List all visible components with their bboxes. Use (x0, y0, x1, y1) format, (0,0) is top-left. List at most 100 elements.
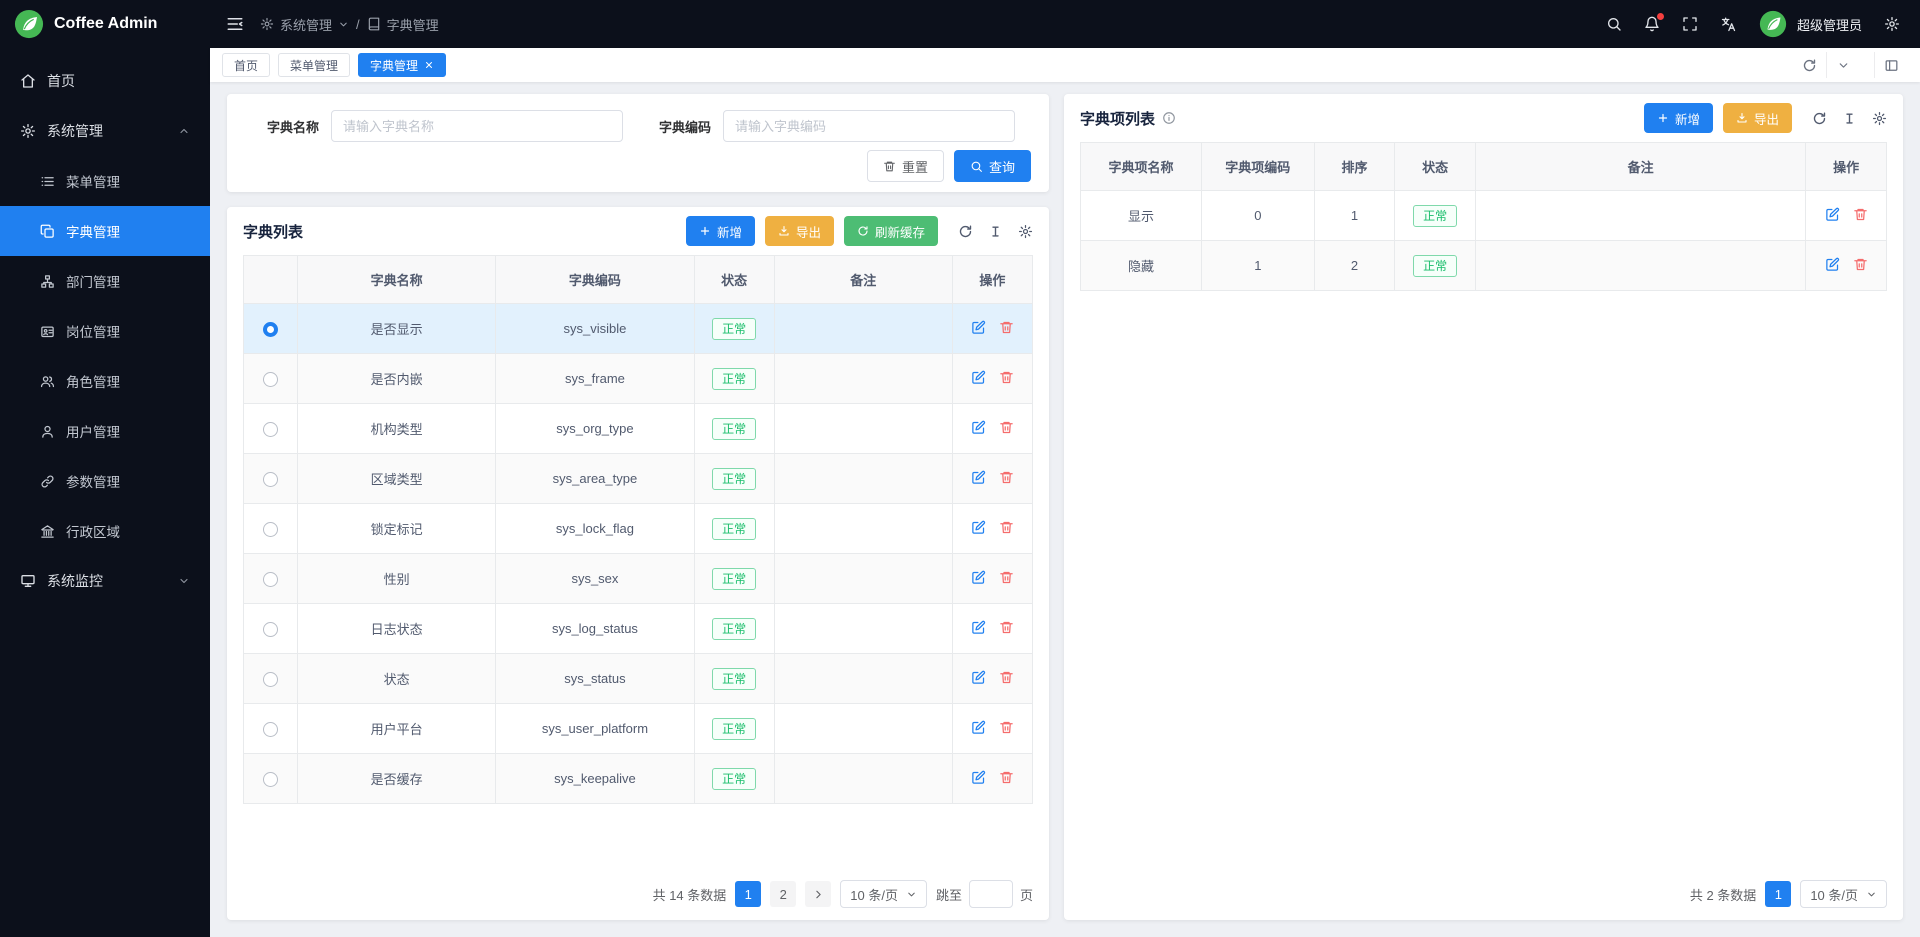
density-icon[interactable] (1842, 111, 1857, 126)
edit-icon[interactable] (1825, 257, 1840, 272)
row-radio[interactable] (263, 322, 278, 337)
refresh-cache-button[interactable]: 刷新缓存 (844, 216, 938, 246)
sidebar-item-role-mgmt[interactable]: 角色管理 (0, 356, 210, 406)
table-row[interactable]: 显示 0 1 正常 (1081, 191, 1887, 241)
page-jump-input[interactable] (969, 880, 1013, 908)
table-row[interactable]: 隐藏 1 2 正常 (1081, 241, 1887, 291)
status-cell: 正常 (694, 454, 774, 504)
edit-icon[interactable] (971, 520, 986, 535)
settings-gear-icon[interactable] (1884, 16, 1900, 32)
avatar[interactable] (1759, 10, 1787, 38)
export-button[interactable]: 导出 (765, 216, 834, 246)
edit-icon[interactable] (971, 370, 986, 385)
edit-icon[interactable] (971, 420, 986, 435)
tab-menu-mgmt[interactable]: 菜单管理 (278, 53, 350, 77)
delete-icon[interactable] (999, 770, 1014, 785)
density-icon[interactable] (988, 224, 1003, 239)
column-settings-icon[interactable] (1018, 224, 1033, 239)
sidebar-item-dept-mgmt[interactable]: 部门管理 (0, 256, 210, 306)
row-radio[interactable] (263, 422, 278, 437)
table-row[interactable]: 性别 sys_sex 正常 (244, 554, 1033, 604)
edit-icon[interactable] (971, 670, 986, 685)
page-button-1[interactable]: 1 (735, 881, 761, 907)
page-size-select[interactable]: 10 条/页 (1800, 880, 1887, 908)
edit-icon[interactable] (971, 570, 986, 585)
sidebar-item-post-mgmt[interactable]: 岗位管理 (0, 306, 210, 356)
refresh-icon[interactable] (1792, 52, 1826, 78)
search-icon[interactable] (1606, 16, 1622, 32)
edit-icon[interactable] (971, 470, 986, 485)
sidebar-item-user-mgmt[interactable]: 用户管理 (0, 406, 210, 456)
delete-icon[interactable] (999, 620, 1014, 635)
refresh-table-icon[interactable] (958, 224, 973, 239)
tab-dict-mgmt[interactable]: 字典管理 (358, 53, 446, 77)
row-radio[interactable] (263, 372, 278, 387)
dict-name-input[interactable] (331, 110, 623, 142)
add-button[interactable]: 新增 (686, 216, 755, 246)
sidebar-item-menu-mgmt[interactable]: 菜单管理 (0, 156, 210, 206)
username[interactable]: 超级管理员 (1797, 15, 1862, 34)
close-icon[interactable] (424, 60, 434, 70)
delete-icon[interactable] (999, 570, 1014, 585)
sidebar-item-region-mgmt[interactable]: 行政区域 (0, 506, 210, 556)
sidebar-group-system[interactable]: 系统管理 (0, 106, 210, 156)
page-button-1[interactable]: 1 (1765, 881, 1791, 907)
translate-icon[interactable] (1720, 16, 1737, 33)
delete-icon[interactable] (1853, 207, 1868, 222)
info-icon[interactable] (1162, 111, 1176, 125)
sidebar-item-dict-mgmt[interactable]: 字典管理 (0, 206, 210, 256)
table-row[interactable]: 是否缓存 sys_keepalive 正常 (244, 754, 1033, 804)
table-row[interactable]: 状态 sys_status 正常 (244, 654, 1033, 704)
edit-icon[interactable] (971, 320, 986, 335)
breadcrumb-page[interactable]: 字典管理 (367, 15, 439, 34)
sidebar-item-param-mgmt[interactable]: 参数管理 (0, 456, 210, 506)
query-button[interactable]: 查询 (954, 150, 1031, 182)
reset-button[interactable]: 重置 (867, 150, 944, 182)
chevron-down-icon[interactable] (1826, 52, 1860, 78)
table-row[interactable]: 日志状态 sys_log_status 正常 (244, 604, 1033, 654)
row-radio[interactable] (263, 772, 278, 787)
bell-icon[interactable] (1644, 16, 1660, 32)
sidebar-toggle-icon[interactable] (226, 15, 244, 33)
fullscreen-icon[interactable] (1682, 16, 1698, 32)
column-settings-icon[interactable] (1872, 111, 1887, 126)
delete-icon[interactable] (1853, 257, 1868, 272)
table-row[interactable]: 用户平台 sys_user_platform 正常 (244, 704, 1033, 754)
sidebar-group-monitor[interactable]: 系统监控 (0, 556, 210, 606)
edit-icon[interactable] (971, 720, 986, 735)
layout-expand-icon[interactable] (1874, 52, 1908, 78)
status-cell: 正常 (694, 604, 774, 654)
delete-icon[interactable] (999, 720, 1014, 735)
edit-icon[interactable] (971, 770, 986, 785)
edit-icon[interactable] (971, 620, 986, 635)
delete-icon[interactable] (999, 470, 1014, 485)
export-items-button[interactable]: 导出 (1723, 103, 1792, 133)
delete-icon[interactable] (999, 670, 1014, 685)
row-radio[interactable] (263, 472, 278, 487)
table-row[interactable]: 锁定标记 sys_lock_flag 正常 (244, 504, 1033, 554)
row-radio[interactable] (263, 722, 278, 737)
page-size-select[interactable]: 10 条/页 (840, 880, 927, 908)
refresh-table-icon[interactable] (1812, 111, 1827, 126)
row-radio[interactable] (263, 672, 278, 687)
row-radio[interactable] (263, 572, 278, 587)
app-logo[interactable]: Coffee Admin (0, 0, 210, 48)
edit-icon[interactable] (1825, 207, 1840, 222)
table-row[interactable]: 区域类型 sys_area_type 正常 (244, 454, 1033, 504)
delete-icon[interactable] (999, 420, 1014, 435)
page-button-2[interactable]: 2 (770, 881, 796, 907)
row-radio[interactable] (263, 522, 278, 537)
row-radio[interactable] (263, 622, 278, 637)
delete-icon[interactable] (999, 370, 1014, 385)
dict-code-input[interactable] (723, 110, 1015, 142)
next-page-button[interactable] (805, 881, 831, 907)
add-item-button[interactable]: 新增 (1644, 103, 1713, 133)
breadcrumb-section[interactable]: 系统管理 (260, 15, 349, 34)
delete-icon[interactable] (999, 520, 1014, 535)
tab-home[interactable]: 首页 (222, 53, 270, 77)
sidebar-item-home[interactable]: 首页 (0, 56, 210, 106)
table-row[interactable]: 机构类型 sys_org_type 正常 (244, 404, 1033, 454)
delete-icon[interactable] (999, 320, 1014, 335)
table-row[interactable]: 是否显示 sys_visible 正常 (244, 304, 1033, 354)
table-row[interactable]: 是否内嵌 sys_frame 正常 (244, 354, 1033, 404)
